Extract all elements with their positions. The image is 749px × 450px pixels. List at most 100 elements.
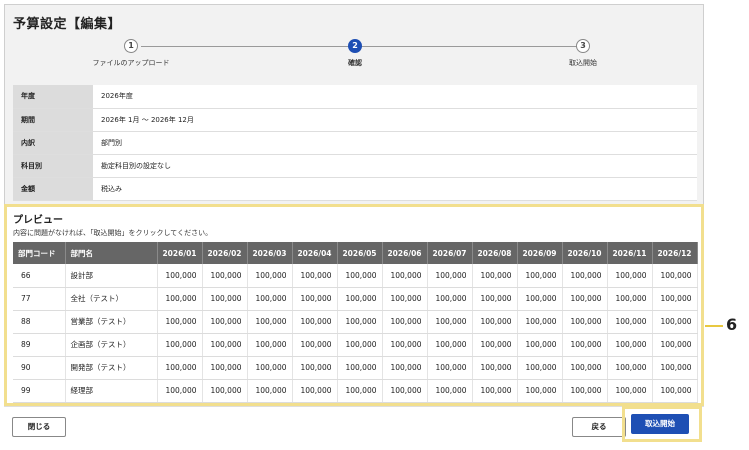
step-label: 確認 [348,59,362,67]
table-row: 66 設計部 100,000 100,000 100,000 100,000 100,000… [13,264,698,288]
department-name-cell: 営業部（テスト） [65,310,158,334]
amount-cell: 100,000 [157,287,203,311]
info-key: 内訳 [13,131,93,155]
column-header: 部門コード [13,242,66,264]
info-value: 2026年度 [93,85,697,109]
info-key: 科目別 [13,154,93,178]
step-number-circle: 1 [124,39,138,53]
amount-cell: 100,000 [652,356,698,380]
callout-line [705,325,723,327]
step-import-start: 3 取込開始 [523,39,643,68]
amount-cell: 100,000 [157,356,203,380]
amount-cell: 100,000 [652,287,698,311]
amount-cell: 100,000 [337,264,383,288]
back-button[interactable]: 戻る [572,417,626,437]
amount-cell: 100,000 [337,287,383,311]
column-header: 2026/10 [562,242,608,264]
column-header: 2026/07 [427,242,473,264]
amount-cell: 100,000 [427,287,473,311]
amount-cell: 100,000 [517,310,563,334]
dialog-title: 予算設定【編集】 [13,17,122,32]
amount-cell: 100,000 [472,310,518,334]
amount-cell: 100,000 [517,264,563,288]
amount-cell: 100,000 [382,333,428,357]
info-value: 税込み [93,177,697,201]
dialog-footer: 閉じる 戻る [4,406,704,444]
preview-description: 内容に問題がなければ、「取込開始」をクリックしてください。 [13,229,213,237]
amount-cell: 100,000 [652,310,698,334]
amount-cell: 100,000 [562,287,608,311]
table-row: 99 経理部 100,000 100,000 100,000 100,000 100,000… [13,379,698,403]
amount-cell: 100,000 [202,287,248,311]
amount-cell: 100,000 [562,264,608,288]
amount-cell: 100,000 [517,356,563,380]
table-header-row: 部門コード 部門名 2026/01 2026/02 2026/03 2026/04 2026… [13,242,698,264]
amount-cell: 100,000 [382,310,428,334]
department-code-cell: 99 [13,379,66,403]
amount-cell: 100,000 [562,379,608,403]
column-header: 2026/09 [517,242,563,264]
info-key: 年度 [13,85,93,109]
step-confirm: 2 確認 [295,39,415,68]
settings-summary-table: 年度 2026年度 期間 2026年 1月 ～ 2026年 12月 内訳 部門別… [13,85,697,201]
department-name-cell: 設計部 [65,264,158,288]
start-button-highlight: 取込開始 [622,406,702,442]
info-value: 部門別 [93,131,697,155]
amount-cell: 100,000 [292,310,338,334]
department-code-cell: 90 [13,356,66,380]
amount-cell: 100,000 [202,379,248,403]
amount-cell: 100,000 [607,356,653,380]
close-button[interactable]: 閉じる [12,417,66,437]
amount-cell: 100,000 [607,287,653,311]
amount-cell: 100,000 [247,333,293,357]
info-row: 年度 2026年度 [13,85,697,109]
amount-cell: 100,000 [247,287,293,311]
table-row: 77 全社（テスト） 100,000 100,000 100,000 100,000 100… [13,287,698,311]
table-row: 88 営業部（テスト） 100,000 100,000 100,000 100,000 10… [13,310,698,334]
start-import-button[interactable]: 取込開始 [631,414,689,434]
amount-cell: 100,000 [472,333,518,357]
amount-cell: 100,000 [382,287,428,311]
info-row: 内訳 部門別 [13,131,697,155]
amount-cell: 100,000 [337,356,383,380]
amount-cell: 100,000 [652,264,698,288]
step-upload: 1 ファイルのアップロード [71,39,191,68]
column-header: 2026/01 [157,242,203,264]
column-header: 2026/03 [247,242,293,264]
amount-cell: 100,000 [337,333,383,357]
department-code-cell: 88 [13,310,66,334]
info-row: 科目別 勘定科目別の設定なし [13,154,697,178]
department-code-cell: 89 [13,333,66,357]
column-header: 部門名 [65,242,158,264]
amount-cell: 100,000 [517,379,563,403]
amount-cell: 100,000 [607,310,653,334]
amount-cell: 100,000 [382,379,428,403]
amount-cell: 100,000 [202,264,248,288]
amount-cell: 100,000 [652,379,698,403]
preview-section: プレビュー 内容に問題がなければ、「取込開始」をクリックしてください。 部門コー… [4,204,704,406]
amount-cell: 100,000 [202,333,248,357]
table-row: 89 企画部（テスト） 100,000 100,000 100,000 100,000 10… [13,333,698,357]
amount-cell: 100,000 [427,333,473,357]
info-key: 期間 [13,108,93,132]
amount-cell: 100,000 [382,356,428,380]
amount-cell: 100,000 [472,287,518,311]
amount-cell: 100,000 [292,356,338,380]
column-header: 2026/02 [202,242,248,264]
amount-cell: 100,000 [607,379,653,403]
callout-number: 6 [726,315,738,334]
step-number-circle: 2 [348,39,362,53]
amount-cell: 100,000 [427,379,473,403]
department-code-cell: 66 [13,264,66,288]
amount-cell: 100,000 [202,356,248,380]
column-header: 2026/06 [382,242,428,264]
info-value: 2026年 1月 ～ 2026年 12月 [93,108,697,132]
column-header: 2026/08 [472,242,518,264]
column-header: 2026/04 [292,242,338,264]
amount-cell: 100,000 [292,379,338,403]
amount-cell: 100,000 [472,356,518,380]
info-value: 勘定科目別の設定なし [93,154,697,178]
preview-table: 部門コード 部門名 2026/01 2026/02 2026/03 2026/04 2026… [13,242,698,403]
amount-cell: 100,000 [157,310,203,334]
amount-cell: 100,000 [562,333,608,357]
